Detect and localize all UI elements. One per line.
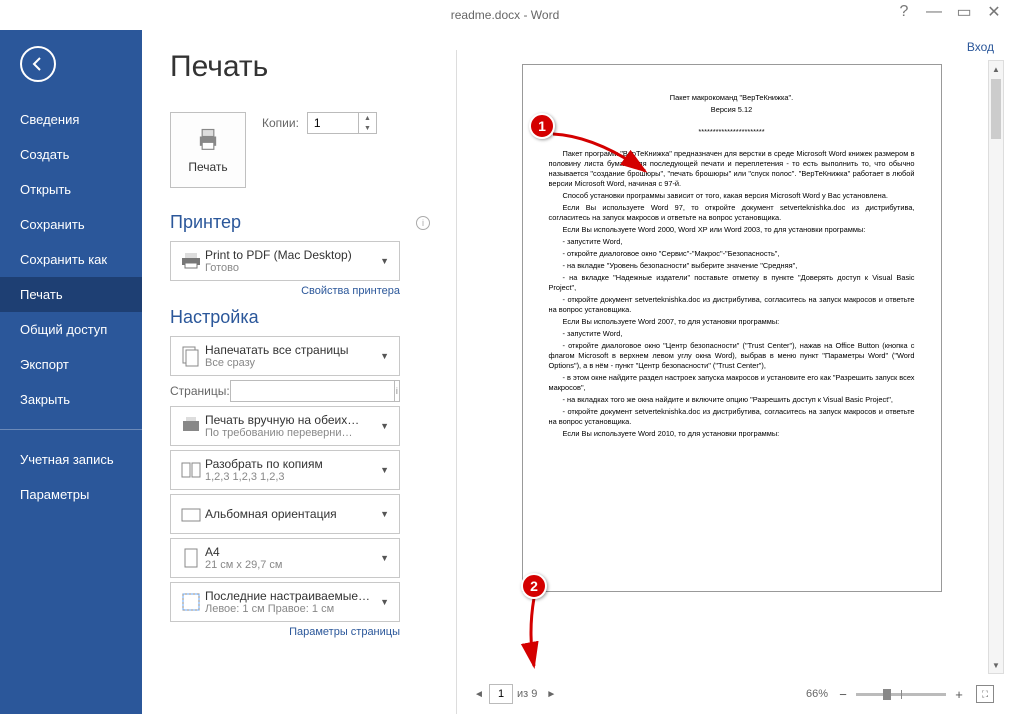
printer-status: Готово [205,262,376,274]
setting-dropdown-5[interactable]: Последние настраиваемые…Левое: 1 см Прав… [170,582,400,622]
spin-down-icon[interactable]: ▼ [359,123,376,133]
pages-input[interactable] [230,380,395,402]
minimize-icon[interactable]: — [928,6,940,18]
zoom-out-button[interactable]: − [834,685,852,703]
print-options: Печать Печать Копии: ▲▼ П [170,50,450,714]
setting-dropdown-3[interactable]: Альбомная ориентация▼ [170,494,400,534]
fit-page-button[interactable]: ⛶ [976,685,994,703]
print-button-label: Печать [188,160,227,174]
sidebar-item-1[interactable]: Создать [0,137,142,172]
next-page-button[interactable]: ► [541,684,561,704]
setting-dropdown-2[interactable]: Разобрать по копиям1,2,3 1,2,3 1,2,3▼ [170,450,400,490]
duplex-icon [177,415,205,437]
printer-properties-link[interactable]: Свойства принтера [170,285,400,297]
pages-label: Страницы: [170,384,230,398]
margins-icon [177,591,205,613]
close-icon[interactable]: ✕ [988,6,1000,18]
window-title: readme.docx - Word [451,8,560,22]
sidebar-item-3[interactable]: Сохранить [0,207,142,242]
sidebar-item2-1[interactable]: Параметры [0,477,142,512]
page-number-input[interactable] [489,684,513,704]
setting-dropdown-0[interactable]: Напечатать все страницыВсе сразу▼ [170,336,400,376]
page-preview: Пакет макрокоманд "ВерТеКнижка". Версия … [522,64,942,592]
back-button[interactable] [20,46,56,82]
printer-section-title: Принтер i [170,212,450,233]
titlebar: readme.docx - Word ? — ▭ ✕ [0,0,1010,30]
copies-input[interactable] [308,113,358,133]
printer-dropdown[interactable]: Print to PDF (Mac Desktop) Готово ▼ [170,241,400,281]
landscape-icon [177,503,205,525]
page-title: Печать [170,50,450,84]
print-button[interactable]: Печать [170,112,246,188]
pages-info-icon[interactable]: i [395,380,400,402]
zoom-in-button[interactable]: + [950,685,968,703]
sidebar-item2-0[interactable]: Учетная запись [0,442,142,477]
setting-dropdown-1[interactable]: Печать вручную на обеих…По требованию пе… [170,406,400,446]
sidebar-item-2[interactable]: Открыть [0,172,142,207]
chevron-down-icon: ▼ [376,351,393,361]
settings-section-title: Настройка [170,307,450,328]
help-icon[interactable]: ? [898,6,910,18]
vertical-divider [456,50,457,714]
sidebar-item-8[interactable]: Закрыть [0,382,142,417]
sidebar-item-5[interactable]: Печать [0,277,142,312]
collate-icon [177,459,205,481]
pages-icon [177,345,205,367]
spin-up-icon[interactable]: ▲ [359,113,376,123]
sidebar-item-7[interactable]: Экспорт [0,347,142,382]
setting-dropdown-4[interactable]: A421 см x 29,7 см▼ [170,538,400,578]
sidebar-item-4[interactable]: Сохранить как [0,242,142,277]
chevron-down-icon: ▼ [376,421,393,431]
page-setup-link[interactable]: Параметры страницы [170,626,400,638]
copies-label: Копии: [262,116,299,130]
chevron-down-icon: ▼ [376,465,393,475]
chevron-down-icon: ▼ [376,553,393,563]
scroll-thumb[interactable] [991,79,1001,139]
annotation-1: 1 [529,113,555,139]
copies-spinner[interactable]: ▲▼ [307,112,377,134]
scroll-down-icon[interactable]: ▼ [989,657,1003,673]
restore-icon[interactable]: ▭ [958,6,970,18]
printer-icon [194,126,222,154]
info-icon[interactable]: i [416,216,430,230]
chevron-down-icon: ▼ [376,509,393,519]
chevron-down-icon: ▼ [376,256,393,266]
print-preview: ▲ ▼ Пакет макрокоманд "ВерТеКнижка". Вер… [459,50,1010,714]
pagesize-icon [177,547,205,569]
annotation-2: 2 [521,573,547,599]
zoom-percent: 66% [806,688,828,700]
zoom-slider[interactable] [856,693,946,696]
printer-name: Print to PDF (Mac Desktop) [205,248,376,262]
prev-page-button[interactable]: ◄ [469,684,489,704]
scroll-up-icon[interactable]: ▲ [989,61,1003,77]
chevron-down-icon: ▼ [376,597,393,607]
page-total: из 9 [517,688,537,700]
sidebar-item-0[interactable]: Сведения [0,102,142,137]
printer-device-icon [177,252,205,270]
scrollbar-vertical[interactable]: ▲ ▼ [988,60,1004,674]
sidebar: СведенияСоздатьОткрытьСохранитьСохранить… [0,30,142,714]
sidebar-item-6[interactable]: Общий доступ [0,312,142,347]
